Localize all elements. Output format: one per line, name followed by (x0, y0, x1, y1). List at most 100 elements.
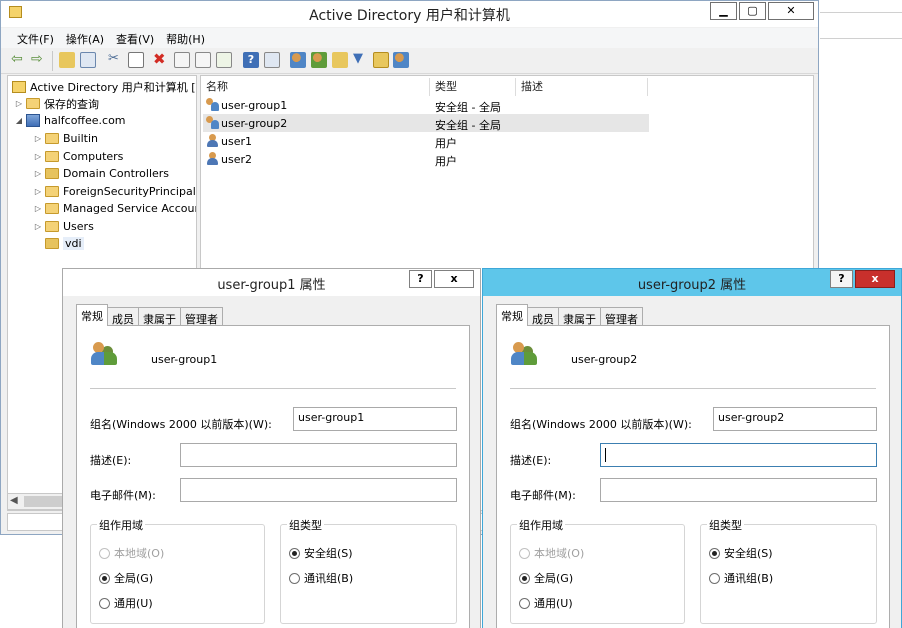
list-row[interactable]: user-group2 安全组 - 全局 (203, 114, 649, 132)
minimize-button[interactable]: ▁ (710, 2, 737, 20)
tab-managed-by[interactable]: 管理者 (180, 307, 223, 326)
tab-member-of[interactable]: 隶属于 (558, 307, 601, 326)
collapse-arrow-icon[interactable]: ◢ (14, 116, 24, 125)
new-group-icon[interactable] (311, 52, 327, 68)
menu-file[interactable]: 文件(F) (11, 28, 60, 48)
divider (90, 388, 456, 389)
radio-global[interactable]: 全局(G) (519, 570, 573, 586)
expand-arrow-icon[interactable]: ▷ (33, 152, 43, 161)
maximize-button[interactable]: ▢ (739, 2, 766, 20)
radio-distribution[interactable]: 通讯组(B) (289, 570, 353, 586)
action-pane-icon[interactable] (264, 52, 280, 68)
email-input[interactable] (180, 478, 457, 502)
list-row[interactable]: user1 用户 (203, 132, 649, 150)
show-tree-icon[interactable] (80, 52, 96, 68)
radio-domain-local[interactable]: 本地域(O) (519, 545, 584, 561)
tree-item-domain-controllers[interactable]: ▷ Domain Controllers (33, 165, 169, 182)
scroll-left-icon[interactable]: ◀ (10, 495, 18, 506)
tree-item-computers[interactable]: ▷ Computers (33, 148, 124, 165)
tree-item-foreign-security-principals[interactable]: ▷ ForeignSecurityPrincipals (33, 183, 196, 200)
delete-icon[interactable]: ✖ (153, 52, 169, 68)
description-input[interactable] (600, 443, 877, 467)
group-icon (511, 342, 537, 366)
tab-general[interactable]: 常规 (76, 304, 108, 326)
radio-distribution[interactable]: 通讯组(B) (709, 570, 773, 586)
tree-item-label: halfcoffee.com (44, 114, 126, 127)
user-icon (207, 134, 218, 147)
expand-arrow-icon[interactable]: ▷ (33, 222, 43, 231)
tree-item-label: Builtin (63, 132, 98, 145)
description-input[interactable] (180, 443, 457, 467)
menu-action[interactable]: 操作(A) (60, 28, 110, 48)
tab-managed-by[interactable]: 管理者 (600, 307, 643, 326)
email-input[interactable] (600, 478, 877, 502)
expand-arrow-icon[interactable]: ▷ (14, 99, 24, 108)
tree-item-vdi[interactable]: vdi (43, 235, 84, 252)
list-row[interactable]: user2 用户 (203, 150, 649, 168)
expand-arrow-icon[interactable]: ▷ (33, 204, 43, 213)
radio-universal[interactable]: 通用(U) (519, 595, 573, 611)
refresh-icon[interactable] (195, 52, 211, 68)
radio-global[interactable]: 全局(G) (99, 570, 153, 586)
expand-arrow-icon[interactable]: ▷ (33, 169, 43, 178)
list-row[interactable]: user-group1 安全组 - 全局 (203, 96, 649, 114)
tab-members[interactable]: 成员 (527, 307, 559, 326)
new-user-icon[interactable] (290, 52, 306, 68)
window-titlebar[interactable]: Active Directory 用户和计算机 ▁ ▢ ✕ (1, 1, 818, 27)
close-button[interactable]: x (434, 270, 474, 288)
radio-domain-local[interactable]: 本地域(O) (99, 545, 164, 561)
tree-item-saved-queries[interactable]: ▷ 保存的查询 (14, 95, 99, 112)
pre2000-name-input[interactable]: user-group1 (293, 407, 457, 431)
expand-arrow-icon[interactable]: ▷ (33, 134, 43, 143)
cut-icon[interactable]: ✂ (108, 52, 124, 68)
tab-members[interactable]: 成员 (107, 307, 139, 326)
filter-icon[interactable]: ▼ (353, 52, 369, 68)
back-icon[interactable]: ⇦ (11, 52, 27, 68)
add-to-group-icon[interactable] (393, 52, 409, 68)
tab-panel-general: user-group1 组名(Windows 2000 以前版本)(W): us… (76, 325, 470, 628)
menu-help[interactable]: 帮助(H) (160, 28, 211, 48)
help-button[interactable]: ? (830, 270, 853, 288)
tree-item-managed-service-accounts[interactable]: ▷ Managed Service Accoun (33, 200, 196, 217)
radio-security[interactable]: 安全组(S) (289, 545, 353, 561)
tree-root[interactable]: Active Directory 用户和计算机 [W (10, 78, 196, 95)
group-scope-box: 组作用域 本地域(O) 全局(G) 通用(U) (510, 517, 685, 624)
description-label: 描述(E): (510, 454, 552, 467)
forward-icon[interactable]: ⇨ (31, 52, 47, 68)
pre2000-name-input[interactable]: user-group2 (713, 407, 877, 431)
group-type-box: 组类型 安全组(S) 通讯组(B) (280, 517, 457, 624)
column-header-description[interactable]: 描述 (516, 78, 648, 96)
radio-security[interactable]: 安全组(S) (709, 545, 773, 561)
expand-arrow-icon[interactable]: ▷ (33, 187, 43, 196)
group-icon (206, 116, 219, 129)
tree-item-users[interactable]: ▷ Users (33, 218, 94, 235)
radio-universal[interactable]: 通用(U) (99, 595, 153, 611)
close-button[interactable]: x (855, 270, 895, 288)
menu-view[interactable]: 查看(V) (110, 28, 160, 48)
group-type-title: 组类型 (707, 517, 744, 533)
help-icon[interactable]: ? (243, 52, 259, 68)
group-name: user-group2 (571, 353, 638, 366)
user-icon (207, 152, 218, 165)
group-type-box: 组类型 安全组(S) 通讯组(B) (700, 517, 877, 624)
dialog-titlebar[interactable]: user-group1 属性 ? x (63, 269, 480, 296)
tab-member-of[interactable]: 隶属于 (138, 307, 181, 326)
tab-general[interactable]: 常规 (496, 304, 528, 326)
help-button[interactable]: ? (409, 270, 432, 288)
up-folder-icon[interactable] (59, 52, 75, 68)
new-ou-icon[interactable] (332, 52, 348, 68)
column-header-type[interactable]: 类型 (430, 78, 516, 96)
row-type: 安全组 - 全局 (435, 101, 501, 114)
row-name: user-group2 (221, 117, 288, 130)
radio-label: 通讯组(B) (304, 572, 354, 585)
copy-icon[interactable] (128, 52, 144, 68)
dialog-titlebar[interactable]: user-group2 属性 ? x (483, 269, 901, 296)
properties-icon[interactable] (174, 52, 190, 68)
tree-item-builtin[interactable]: ▷ Builtin (33, 130, 98, 147)
close-button[interactable]: ✕ (768, 2, 814, 20)
find-icon[interactable] (373, 52, 389, 68)
column-header-name[interactable]: 名称 (201, 78, 430, 96)
tree-item-domain[interactable]: ◢ halfcoffee.com (14, 112, 126, 129)
row-name: user2 (221, 153, 252, 166)
export-list-icon[interactable] (216, 52, 232, 68)
